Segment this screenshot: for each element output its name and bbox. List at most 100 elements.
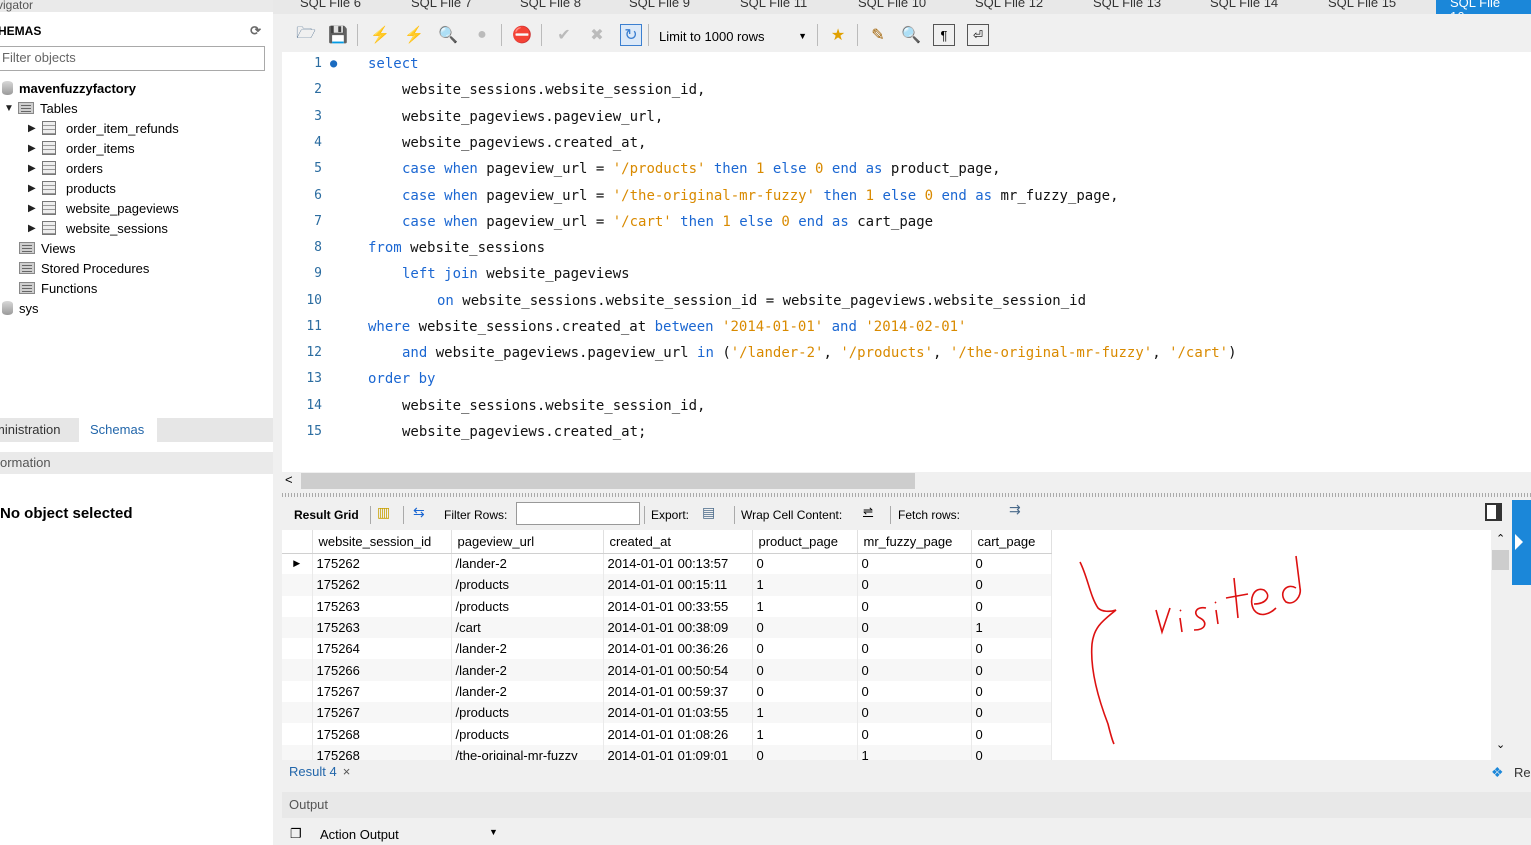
table-row[interactable]: 175267/products 2014-01-01 01:03:55 1 0 0 bbox=[282, 702, 1052, 724]
collapsed-triangle-icon[interactable]: ▶ bbox=[28, 223, 42, 234]
tab-sql-file-12[interactable]: SQL File 12 bbox=[975, 0, 1043, 14]
tab-result-4[interactable]: Result 4 × bbox=[289, 764, 350, 779]
table-cell[interactable]: 0 bbox=[971, 744, 1052, 760]
scroll-left-icon[interactable]: < bbox=[285, 472, 293, 487]
row-selector[interactable] bbox=[282, 595, 313, 617]
table-cell[interactable]: 0 bbox=[971, 723, 1052, 745]
table-cell[interactable]: 2014-01-01 00:59:37 bbox=[603, 680, 753, 703]
collapsed-triangle-icon[interactable]: ▶ bbox=[28, 123, 42, 134]
table-cell[interactable]: 2014-01-01 00:33:55 bbox=[603, 595, 753, 617]
execute-icon[interactable]: ⚡ bbox=[369, 24, 391, 46]
table-cell[interactable]: 0 bbox=[971, 553, 1052, 575]
collapsed-triangle-icon[interactable]: ▶ bbox=[28, 163, 42, 174]
table-row[interactable]: 175263/cart 2014-01-01 00:38:09 0 0 1 bbox=[282, 616, 1052, 639]
tab-sql-file-16[interactable]: SQL File 16 bbox=[1436, 0, 1531, 14]
invisible-chars-icon[interactable]: ¶ bbox=[933, 24, 955, 46]
table-cell[interactable]: 0 bbox=[857, 659, 972, 681]
table-row[interactable]: 175266/lander-2 2014-01-01 00:50:54 0 0 0 bbox=[282, 659, 1052, 681]
collapsed-triangle-icon[interactable]: ▶ bbox=[28, 143, 42, 154]
table-cell[interactable]: 1 bbox=[752, 723, 858, 745]
collapsed-triangle-icon[interactable]: ▶ bbox=[28, 203, 42, 214]
rollback-icon[interactable]: ✖ bbox=[586, 24, 608, 46]
tab-administration[interactable]: ministration bbox=[0, 418, 76, 442]
row-selector[interactable] bbox=[282, 744, 313, 760]
table-cell[interactable]: 0 bbox=[752, 680, 858, 703]
row-selector[interactable] bbox=[282, 680, 313, 703]
table-cell[interactable]: 0 bbox=[752, 744, 858, 760]
info-icon[interactable]: ❖ bbox=[1491, 764, 1504, 781]
collapsed-triangle-icon[interactable]: ▶ bbox=[28, 183, 42, 194]
row-selector[interactable] bbox=[282, 702, 313, 724]
grid-view-icon[interactable]: ▥ bbox=[377, 504, 390, 521]
column-header[interactable]: cart_page bbox=[971, 530, 1052, 554]
copy-icon[interactable]: ❐ bbox=[290, 826, 302, 842]
table-cell[interactable]: 0 bbox=[857, 595, 972, 617]
tree-table-item[interactable]: ▶ website_sessions bbox=[28, 218, 168, 238]
table-cell[interactable]: 1 bbox=[752, 595, 858, 617]
row-selector[interactable] bbox=[282, 723, 313, 745]
explain-icon[interactable]: 🔍 bbox=[437, 24, 459, 46]
row-selector[interactable] bbox=[282, 638, 313, 660]
table-cell[interactable]: 0 bbox=[857, 680, 972, 703]
table-cell[interactable]: 1 bbox=[857, 744, 972, 760]
tree-table-item[interactable]: ▶ orders bbox=[28, 158, 103, 178]
tab-sql-file-15[interactable]: SQL File 15 bbox=[1328, 0, 1396, 14]
table-cell[interactable]: 0 bbox=[857, 702, 972, 724]
find-icon[interactable]: 🔍 bbox=[900, 24, 922, 46]
panel-splitter[interactable] bbox=[282, 493, 1531, 497]
side-panel-expand-icon[interactable] bbox=[1512, 500, 1531, 585]
result-vertical-scrollbar[interactable]: ⌃ ⌄ bbox=[1491, 530, 1511, 760]
table-cell[interactable]: 175268 bbox=[312, 744, 452, 760]
table-cell[interactable]: 0 bbox=[752, 553, 858, 575]
table-row[interactable]: 175263/products 2014-01-01 00:33:55 1 0 0 bbox=[282, 595, 1052, 617]
result-grid-label[interactable]: Result Grid bbox=[294, 508, 359, 522]
action-output-select[interactable]: Action Output bbox=[320, 827, 399, 842]
table-cell[interactable]: 175263 bbox=[312, 595, 452, 617]
table-cell[interactable]: 1 bbox=[752, 574, 858, 596]
table-cell[interactable]: /products bbox=[451, 723, 604, 745]
scrollbar-thumb[interactable] bbox=[301, 473, 915, 489]
table-cell[interactable]: 175266 bbox=[312, 659, 452, 681]
table-cell[interactable]: 0 bbox=[752, 659, 858, 681]
filter-refresh-icon[interactable]: ⇆ bbox=[413, 504, 425, 521]
column-header[interactable]: product_page bbox=[752, 530, 858, 554]
table-row[interactable]: 175264/lander-2 2014-01-01 00:36:26 0 0 0 bbox=[282, 638, 1052, 660]
save-icon[interactable]: 💾 bbox=[327, 24, 349, 46]
filter-rows-input[interactable] bbox=[516, 502, 640, 525]
open-folder-icon[interactable]: 🗁 bbox=[295, 24, 317, 46]
table-cell[interactable]: 175267 bbox=[312, 680, 452, 703]
table-cell[interactable]: /products bbox=[451, 595, 604, 617]
table-cell[interactable]: 0 bbox=[857, 616, 972, 639]
output-selector[interactable]: ❐ Action Output ▼ bbox=[282, 824, 1531, 845]
column-header[interactable]: pageview_url bbox=[451, 530, 604, 554]
tree-tables[interactable]: ▼ Tables bbox=[4, 98, 78, 118]
tree-functions[interactable]: Functions bbox=[19, 278, 97, 298]
tab-sql-file-14[interactable]: SQL File 14 bbox=[1210, 0, 1278, 14]
scrollbar-thumb[interactable] bbox=[1492, 550, 1509, 570]
table-cell[interactable]: 2014-01-01 01:09:01 bbox=[603, 744, 753, 760]
chevron-down-icon[interactable]: ▼ bbox=[489, 827, 498, 837]
commit-icon[interactable]: ✔ bbox=[553, 24, 575, 46]
table-cell[interactable]: /lander-2 bbox=[451, 638, 604, 660]
table-cell[interactable]: 175264 bbox=[312, 638, 452, 660]
row-selector[interactable] bbox=[282, 574, 313, 596]
table-cell[interactable]: 0 bbox=[752, 638, 858, 660]
scroll-down-icon[interactable]: ⌄ bbox=[1496, 738, 1505, 751]
tab-sql-file-13[interactable]: SQL File 13 bbox=[1093, 0, 1161, 14]
table-cell[interactable]: 0 bbox=[971, 638, 1052, 660]
table-cell[interactable]: /lander-2 bbox=[451, 659, 604, 681]
tree-views[interactable]: Views bbox=[19, 238, 75, 258]
table-cell[interactable]: 1 bbox=[971, 616, 1052, 639]
table-row[interactable]: ▶ 175262/lander-2 2014-01-01 00:13:57 0 0 0 bbox=[282, 553, 1052, 575]
tab-sql-file-6[interactable]: SQL File 6 bbox=[300, 0, 361, 14]
table-cell[interactable]: 0 bbox=[971, 659, 1052, 681]
table-cell[interactable]: 0 bbox=[971, 702, 1052, 724]
tab-sql-file-10[interactable]: SQL File 10 bbox=[858, 0, 926, 14]
toggle-error-icon[interactable]: ⛔ bbox=[511, 24, 533, 46]
table-cell[interactable]: 175263 bbox=[312, 616, 452, 639]
editor-horizontal-scrollbar[interactable]: < bbox=[282, 472, 1531, 490]
table-cell[interactable]: 0 bbox=[857, 553, 972, 575]
column-header[interactable]: mr_fuzzy_page bbox=[857, 530, 972, 554]
tree-table-item[interactable]: ▶ products bbox=[28, 178, 116, 198]
tab-sql-file-8[interactable]: SQL File 8 bbox=[520, 0, 581, 14]
